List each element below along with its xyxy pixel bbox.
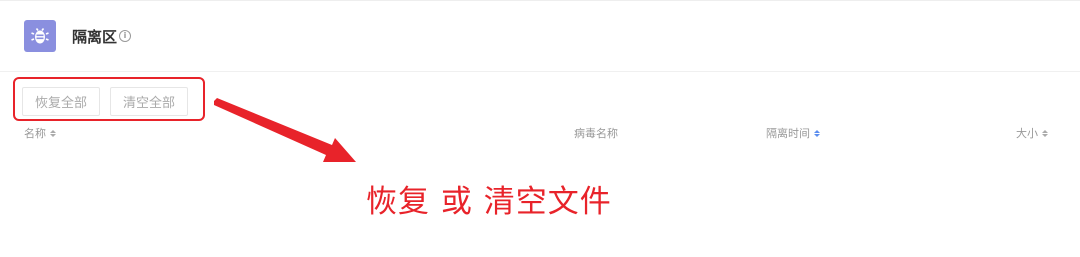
info-icon[interactable]: i (119, 30, 132, 42)
page-title: 隔离区 (72, 27, 118, 46)
sort-icon[interactable] (50, 129, 56, 137)
table-header: 名称 病毒名称 隔离时间 大小 (0, 125, 1080, 141)
column-label: 大小 (1016, 127, 1038, 140)
column-quarantine-time[interactable]: 隔离时间 (766, 125, 820, 141)
column-label: 隔离时间 (766, 127, 810, 140)
annotation-arrow-icon (214, 98, 356, 162)
column-virus-name: 病毒名称 (574, 125, 618, 141)
column-size[interactable]: 大小 (1016, 125, 1048, 141)
column-name[interactable]: 名称 (24, 125, 56, 141)
column-label: 名称 (24, 127, 46, 140)
annotation-highlight-box (13, 77, 205, 121)
page-header: 隔离区 i (24, 20, 132, 52)
column-label: 病毒名称 (574, 127, 618, 140)
sort-icon[interactable] (1042, 129, 1048, 137)
bug-icon (24, 20, 56, 52)
annotation-text: 恢复 或 清空文件 (366, 184, 612, 220)
top-border (0, 0, 1080, 1)
header-divider (0, 71, 1080, 72)
sort-icon[interactable] (814, 129, 820, 137)
